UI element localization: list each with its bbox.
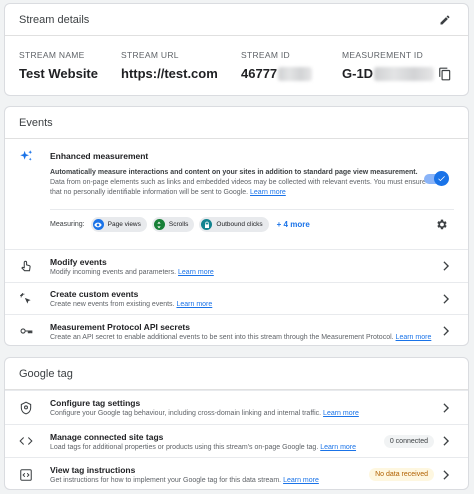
copy-icon[interactable]: [438, 67, 452, 81]
enhanced-measurement-section: Enhanced measurement Automatically measu…: [5, 139, 468, 249]
connected-count-badge: 0 connected: [383, 434, 434, 448]
outbound-lock-icon: [201, 219, 213, 230]
stream-url-value: https://test.com: [121, 66, 218, 81]
enhanced-desc-rest: Data from on-page elements such as links…: [50, 179, 426, 197]
enhanced-desc-bold: Automatically measure interactions and c…: [50, 169, 418, 176]
measuring-row: Measuring: Page views Scrolls Outbound c…: [50, 217, 310, 232]
stream-name-label: STREAM NAME: [19, 50, 85, 60]
code-brackets-icon: [19, 437, 33, 445]
redacted-blur: [374, 66, 435, 81]
scroll-arrows-icon: [153, 219, 165, 230]
configure-tag-settings-title: Configure tag settings: [50, 398, 141, 408]
stream-id-field: STREAM ID 46777: [241, 50, 313, 81]
more-measurements-link[interactable]: + 4 more: [277, 220, 310, 229]
sparkle-icon: [20, 150, 33, 161]
create-custom-events-row[interactable]: Create custom events Create new events f…: [5, 282, 468, 314]
configure-tag-settings-row[interactable]: Configure tag settings Configure your Go…: [5, 390, 468, 424]
chevron-right-icon[interactable]: [442, 436, 450, 446]
settings-gear-icon[interactable]: [435, 218, 448, 231]
events-header: Events: [5, 107, 468, 139]
modify-events-learn-more[interactable]: Learn more: [178, 269, 214, 276]
enhanced-divider: [50, 209, 454, 210]
chevron-right-icon[interactable]: [442, 293, 450, 304]
view-tag-instructions-desc: Get instructions for how to implement yo…: [50, 477, 282, 484]
vpn-key-icon: [20, 328, 33, 334]
manage-connected-site-tags-desc: Load tags for additional properties or p…: [50, 443, 319, 451]
create-custom-events-learn-more[interactable]: Learn more: [176, 301, 212, 308]
create-custom-events-title: Create custom events: [50, 289, 139, 299]
toggle-knob: [434, 171, 449, 186]
chevron-right-icon[interactable]: [442, 402, 450, 413]
stream-details-header: Stream details: [5, 4, 468, 36]
enhanced-measurement-description: Automatically measure interactions and c…: [50, 168, 430, 198]
enhanced-measurement-title: Enhanced measurement: [50, 151, 149, 161]
view-tag-instructions-learn-more[interactable]: Learn more: [283, 477, 319, 484]
stream-details-body: STREAM NAME Test Website STREAM URL http…: [5, 36, 468, 95]
chevron-right-icon[interactable]: [442, 469, 450, 480]
measurement-id-label: MEASUREMENT ID: [342, 50, 424, 60]
stream-name-value: Test Website: [19, 66, 98, 81]
stream-name-field: STREAM NAME Test Website: [19, 50, 98, 81]
manage-connected-site-tags-row[interactable]: Manage connected site tags Load tags for…: [5, 424, 468, 457]
events-title: Events: [19, 116, 53, 129]
enhanced-learn-more-link[interactable]: Learn more: [250, 189, 286, 196]
modify-events-row[interactable]: Modify events Modify incoming events and…: [5, 249, 468, 282]
chevron-right-icon[interactable]: [442, 261, 450, 271]
chip-page-views[interactable]: Page views: [90, 217, 147, 232]
enhanced-measurement-toggle[interactable]: [424, 171, 449, 186]
google-tag-card: Google tag Configure tag settings Config…: [4, 357, 469, 490]
redacted-blur: [278, 66, 313, 81]
stream-url-label: STREAM URL: [121, 50, 179, 60]
eye-icon: [92, 219, 104, 230]
modify-events-title: Modify events: [50, 256, 107, 267]
sparkle-cursor-icon: [20, 292, 31, 304]
chip-page-views-label: Page views: [107, 221, 141, 228]
measurement-protocol-row[interactable]: Measurement Protocol API secrets Create …: [5, 314, 468, 345]
tag-settings-icon: [20, 401, 32, 414]
touch-hand-icon: [21, 260, 31, 272]
edit-pencil-icon[interactable]: [436, 11, 454, 29]
chevron-right-icon[interactable]: [442, 326, 450, 336]
check-icon: [438, 176, 445, 182]
chip-outbound-clicks-label: Outbound clicks: [216, 221, 263, 228]
modify-events-desc: Modify incoming events and parameters.: [50, 268, 177, 276]
stream-id-value: 46777: [241, 66, 278, 81]
configure-tag-settings-desc: Configure your Google tag behaviour, inc…: [50, 410, 322, 417]
manage-connected-site-tags-title: Manage connected site tags: [50, 431, 164, 442]
stream-url-field: STREAM URL https://test.com: [121, 50, 218, 81]
google-tag-header: Google tag: [5, 358, 468, 390]
view-tag-instructions-row[interactable]: View tag instructions Get instructions f…: [5, 457, 468, 489]
chip-scrolls[interactable]: Scrolls: [151, 217, 195, 232]
chip-outbound-clicks[interactable]: Outbound clicks: [199, 217, 269, 232]
measurement-id-field: MEASUREMENT ID G-1D: [342, 50, 452, 81]
no-data-received-badge: No data received: [369, 468, 434, 481]
measurement-protocol-title: Measurement Protocol API secrets: [50, 321, 190, 332]
measurement-protocol-desc: Create an API secret to enable additiona…: [50, 333, 394, 341]
google-tag-title: Google tag: [19, 367, 73, 380]
measurement-id-value: G-1D: [342, 66, 374, 81]
events-card: Events Enhanced measurement Automaticall…: [4, 106, 469, 346]
code-page-icon: [20, 468, 32, 481]
chip-scrolls-label: Scrolls: [168, 221, 189, 228]
stream-details-card: Stream details STREAM NAME Test Website …: [4, 3, 469, 96]
configure-tag-settings-learn-more[interactable]: Learn more: [323, 410, 359, 417]
stream-details-title: Stream details: [19, 13, 90, 26]
measuring-label: Measuring:: [50, 221, 85, 228]
manage-connected-site-tags-learn-more[interactable]: Learn more: [320, 444, 356, 451]
create-custom-events-desc: Create new events from existing events.: [50, 301, 175, 308]
measurement-protocol-learn-more[interactable]: Learn more: [396, 334, 432, 341]
stream-id-label: STREAM ID: [241, 50, 290, 60]
